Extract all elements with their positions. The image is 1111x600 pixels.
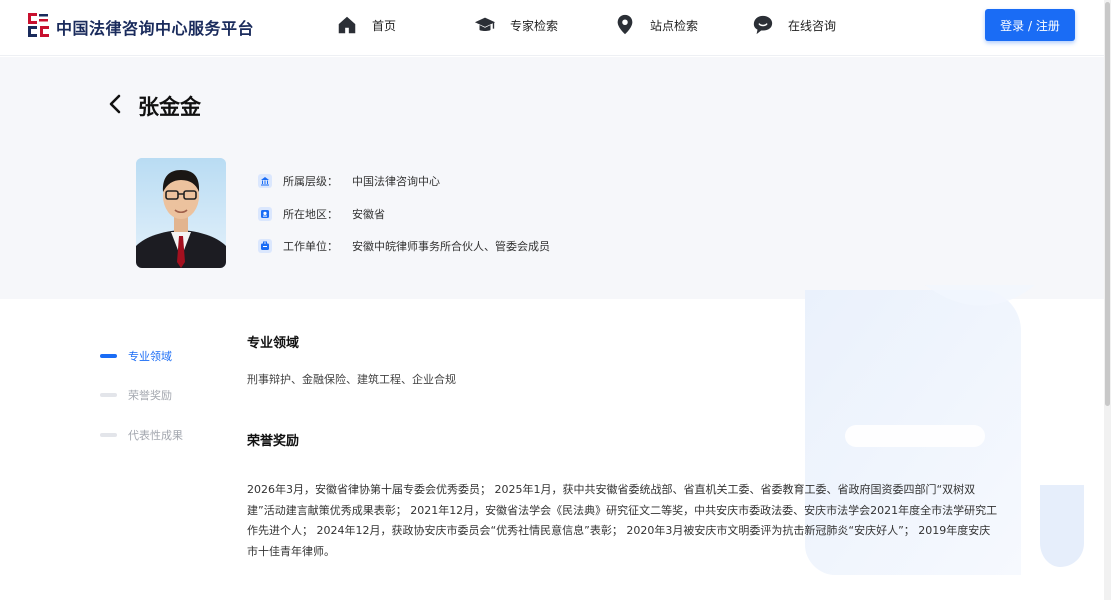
graduation-cap-icon [474, 17, 496, 31]
nav-station-label: 站点检索 [650, 18, 699, 33]
nav-expert-search[interactable]: 专家检索 [474, 12, 558, 38]
side-nav-expertise[interactable]: 专业领域 [100, 347, 172, 365]
info-value-employer: 安徽中皖律师事务所合伙人、管委会成员 [352, 240, 550, 253]
side-nav-label: 专业领域 [128, 350, 172, 363]
nav-expert-label: 专家检索 [510, 18, 559, 33]
location-pin-icon [617, 14, 633, 35]
side-nav-label: 代表性成果 [128, 429, 183, 442]
expert-name: 张金金 [138, 95, 201, 119]
site-title[interactable]: 中国法律咨询中心服务平台 [56, 15, 254, 39]
info-value-region: 安徽省 [352, 208, 385, 221]
info-row-region: 所在地区： 安徽省 [258, 206, 385, 222]
nav-online-consult[interactable]: 在线咨询 [752, 12, 836, 38]
nav-home[interactable]: 首页 [336, 12, 396, 38]
location-icon [258, 207, 272, 221]
info-value-level: 中国法律咨询中心 [352, 175, 440, 188]
info-row-level: 所属层级： 中国法律咨询中心 [258, 173, 440, 189]
home-icon [338, 16, 356, 34]
institution-icon [258, 174, 272, 188]
side-nav-achievements[interactable]: 代表性成果 [100, 426, 183, 444]
side-nav-indicator [100, 393, 117, 397]
back-arrow-icon[interactable] [106, 94, 126, 114]
portrait-image [136, 158, 226, 268]
side-nav-label: 荣誉奖励 [128, 389, 172, 402]
section-title-honors: 荣誉奖励 [247, 434, 300, 449]
chat-bubble-icon [753, 15, 773, 35]
expert-avatar [136, 158, 226, 268]
side-nav-honors[interactable]: 荣誉奖励 [100, 386, 172, 404]
law-center-logo-icon[interactable] [27, 12, 51, 38]
nav-online-label: 在线咨询 [788, 18, 837, 33]
expertise-text: 刑事辩护、金融保险、建筑工程、企业合规 [247, 373, 456, 386]
nav-station-search[interactable]: 站点检索 [614, 12, 698, 38]
side-nav-indicator [100, 433, 117, 437]
info-row-employer: 工作单位： 安徽中皖律师事务所合伙人、管委会成员 [258, 238, 550, 254]
info-label-region: 所在地区： [283, 208, 338, 221]
info-label-employer: 工作单位： [283, 240, 338, 253]
briefcase-icon [258, 239, 272, 253]
login-register-button[interactable]: 登录 / 注册 [985, 9, 1075, 41]
nav-home-label: 首页 [372, 18, 397, 33]
page-scrollbar[interactable] [1104, 0, 1111, 600]
top-header: 中国法律咨询中心服务平台 首页 专家检索 站点检索 在线咨询 登录 / 注册 [0, 0, 1111, 56]
section-title-expertise: 专业领域 [247, 336, 300, 351]
honors-text: 2026年3月，安徽省律协第十届专委会优秀委员； 2025年1月，获中共安徽省委… [247, 483, 998, 558]
scrollbar-thumb[interactable] [1105, 2, 1110, 406]
side-nav-indicator [100, 354, 117, 358]
info-label-level: 所属层级： [283, 175, 338, 188]
